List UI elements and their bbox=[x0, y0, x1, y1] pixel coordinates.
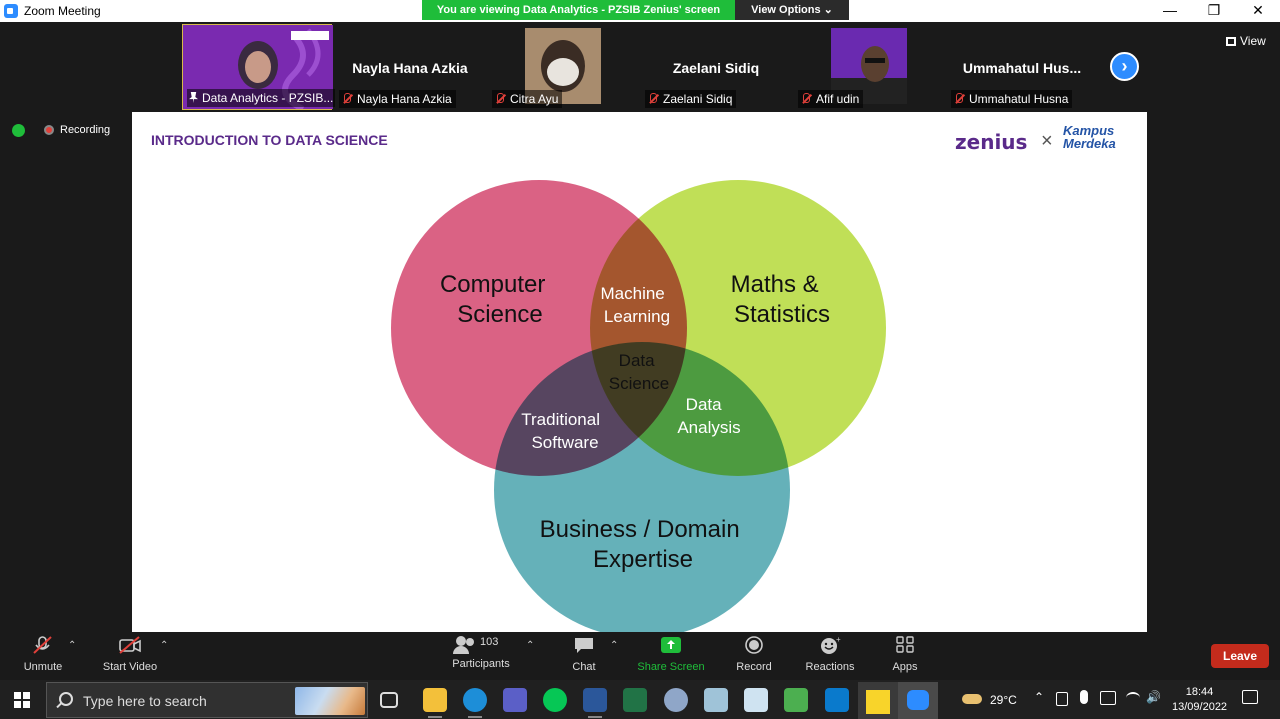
meeting-toolbar: Unmute ⌃ Start Video ⌃ 103 Participants … bbox=[0, 632, 1280, 680]
file-explorer-icon[interactable] bbox=[423, 688, 447, 712]
running-indicator bbox=[468, 716, 482, 718]
weather-temperature[interactable]: 29°C bbox=[990, 693, 1017, 707]
search-highlight-image bbox=[295, 687, 365, 715]
r-app-icon[interactable] bbox=[664, 688, 688, 712]
participant-tile[interactable]: Citra Ayu bbox=[488, 24, 638, 110]
muted-mic-icon bbox=[33, 636, 52, 654]
smiley-icon: + bbox=[821, 635, 841, 654]
share-banner: You are viewing Data Analytics - PZSIB Z… bbox=[422, 0, 735, 20]
participant-display-name: Zaelani Sidiq bbox=[672, 60, 760, 76]
apps-icon bbox=[896, 636, 914, 653]
edge-browser-icon[interactable] bbox=[463, 688, 487, 712]
word-icon[interactable] bbox=[583, 688, 607, 712]
svg-text:+: + bbox=[836, 636, 841, 644]
sticky-notes-icon[interactable] bbox=[858, 682, 898, 719]
chat-button[interactable]: Chat bbox=[566, 636, 602, 673]
muted-mic-icon bbox=[647, 93, 659, 105]
leave-button[interactable]: Leave bbox=[1211, 644, 1269, 668]
participant-tile[interactable]: Nayla Hana Azkia Nayla Hana Azkia bbox=[335, 24, 485, 110]
participant-tile[interactable]: Data Analytics - PZSIB... bbox=[182, 24, 338, 110]
participant-name-label: Ummahatul Husna bbox=[951, 90, 1073, 108]
unmute-button[interactable]: Unmute bbox=[22, 636, 64, 673]
participant-name-label: Zaelani Sidiq bbox=[645, 90, 737, 108]
pin-icon bbox=[189, 92, 198, 103]
taskbar-search-box[interactable]: Type here to search bbox=[46, 682, 368, 718]
participant-name-label: Afif udin bbox=[798, 90, 864, 108]
participant-strip: Data Analytics - PZSIB... Nayla Hana Azk… bbox=[0, 22, 1280, 112]
line-app-icon[interactable] bbox=[543, 688, 567, 712]
tray-overflow-icon[interactable]: ⌃ bbox=[1034, 690, 1044, 704]
participant-name-label: Nayla Hana Azkia bbox=[339, 90, 456, 108]
vscode-icon[interactable] bbox=[825, 688, 849, 712]
excel-icon[interactable] bbox=[623, 688, 647, 712]
participant-tile[interactable]: Afif udin bbox=[794, 24, 944, 110]
notifications-icon[interactable] bbox=[1242, 690, 1258, 704]
muted-mic-icon bbox=[800, 93, 812, 105]
apps-button[interactable]: Apps bbox=[888, 636, 922, 673]
chat-options-caret[interactable]: ⌃ bbox=[610, 640, 618, 651]
participants-button[interactable]: 103 Participants bbox=[448, 636, 514, 670]
view-button[interactable]: View bbox=[1226, 34, 1266, 48]
close-button[interactable]: ✕ bbox=[1236, 0, 1280, 22]
view-options-button[interactable]: View Options ⌄ bbox=[735, 0, 849, 20]
participant-tile[interactable]: Zaelani Sidiq Zaelani Sidiq bbox=[641, 24, 791, 110]
security-shield-icon[interactable] bbox=[12, 124, 25, 137]
wifi-icon[interactable] bbox=[1126, 692, 1140, 704]
notes-app-icon[interactable] bbox=[704, 688, 728, 712]
video-options-caret[interactable]: ⌃ bbox=[160, 640, 168, 651]
taskbar-clock[interactable]: 18:44 13/09/2022 bbox=[1172, 685, 1227, 715]
participants-count: 103 bbox=[480, 636, 499, 648]
video-off-icon bbox=[119, 636, 141, 654]
shared-screen: INTRODUCTION TO DATA SCIENCE zenius × Ka… bbox=[132, 112, 1147, 632]
restore-button[interactable]: ❐ bbox=[1192, 0, 1236, 22]
zoom-app-icon bbox=[4, 4, 18, 18]
microphone-icon[interactable] bbox=[1080, 690, 1088, 704]
participants-icon: 103 bbox=[453, 636, 506, 654]
participant-tile[interactable]: Ummahatul Hus... Ummahatul Husna bbox=[947, 24, 1097, 110]
next-page-button[interactable]: › bbox=[1110, 52, 1139, 81]
grid-icon bbox=[1226, 37, 1236, 46]
zoom-taskbar-icon[interactable] bbox=[898, 682, 938, 719]
windows-taskbar: Type here to search 29°C ⌃ 🔊 18:44 13/09… bbox=[0, 680, 1280, 719]
start-video-button[interactable]: Start Video bbox=[100, 636, 160, 673]
task-view-icon[interactable] bbox=[380, 692, 398, 708]
participant-display-name: Nayla Hana Azkia bbox=[352, 60, 468, 76]
record-button[interactable]: Record bbox=[734, 636, 774, 673]
muted-mic-icon bbox=[341, 93, 353, 105]
record-icon bbox=[745, 636, 763, 654]
participant-name-label: Citra Ayu bbox=[492, 90, 563, 108]
venn-diagram: Computer Science Maths & Statistics Busi… bbox=[391, 180, 886, 632]
audio-options-caret[interactable]: ⌃ bbox=[68, 640, 76, 651]
weather-icon[interactable] bbox=[960, 690, 984, 706]
participant-display-name: Ummahatul Hus... bbox=[962, 60, 1082, 76]
participants-options-caret[interactable]: ⌃ bbox=[526, 640, 534, 651]
minimize-button[interactable]: — bbox=[1148, 0, 1192, 22]
share-screen-icon bbox=[661, 637, 681, 653]
muted-mic-icon bbox=[953, 93, 965, 105]
muted-mic-icon bbox=[494, 93, 506, 105]
share-screen-button[interactable]: Share Screen bbox=[636, 636, 706, 673]
recording-icon bbox=[44, 125, 54, 135]
search-icon bbox=[59, 692, 73, 706]
window-title: Zoom Meeting bbox=[24, 4, 101, 18]
participant-name-label: Data Analytics - PZSIB... bbox=[187, 89, 338, 107]
search-placeholder: Type here to search bbox=[83, 693, 207, 709]
windows-start-icon[interactable] bbox=[14, 692, 30, 708]
running-indicator bbox=[428, 716, 442, 718]
meet-now-icon[interactable] bbox=[1056, 692, 1068, 706]
volume-icon[interactable]: 🔊 bbox=[1146, 690, 1161, 704]
chart-app-icon[interactable] bbox=[744, 688, 768, 712]
recording-label: Recording bbox=[60, 124, 111, 136]
language-icon[interactable] bbox=[1100, 691, 1116, 705]
teams-icon[interactable] bbox=[503, 688, 527, 712]
reactions-button[interactable]: + Reactions bbox=[804, 635, 856, 673]
stats-app-icon[interactable] bbox=[784, 688, 808, 712]
window-titlebar: Zoom Meeting — ❐ ✕ You are viewing Data … bbox=[0, 0, 1280, 22]
chat-icon bbox=[575, 638, 593, 653]
running-indicator bbox=[588, 716, 602, 718]
